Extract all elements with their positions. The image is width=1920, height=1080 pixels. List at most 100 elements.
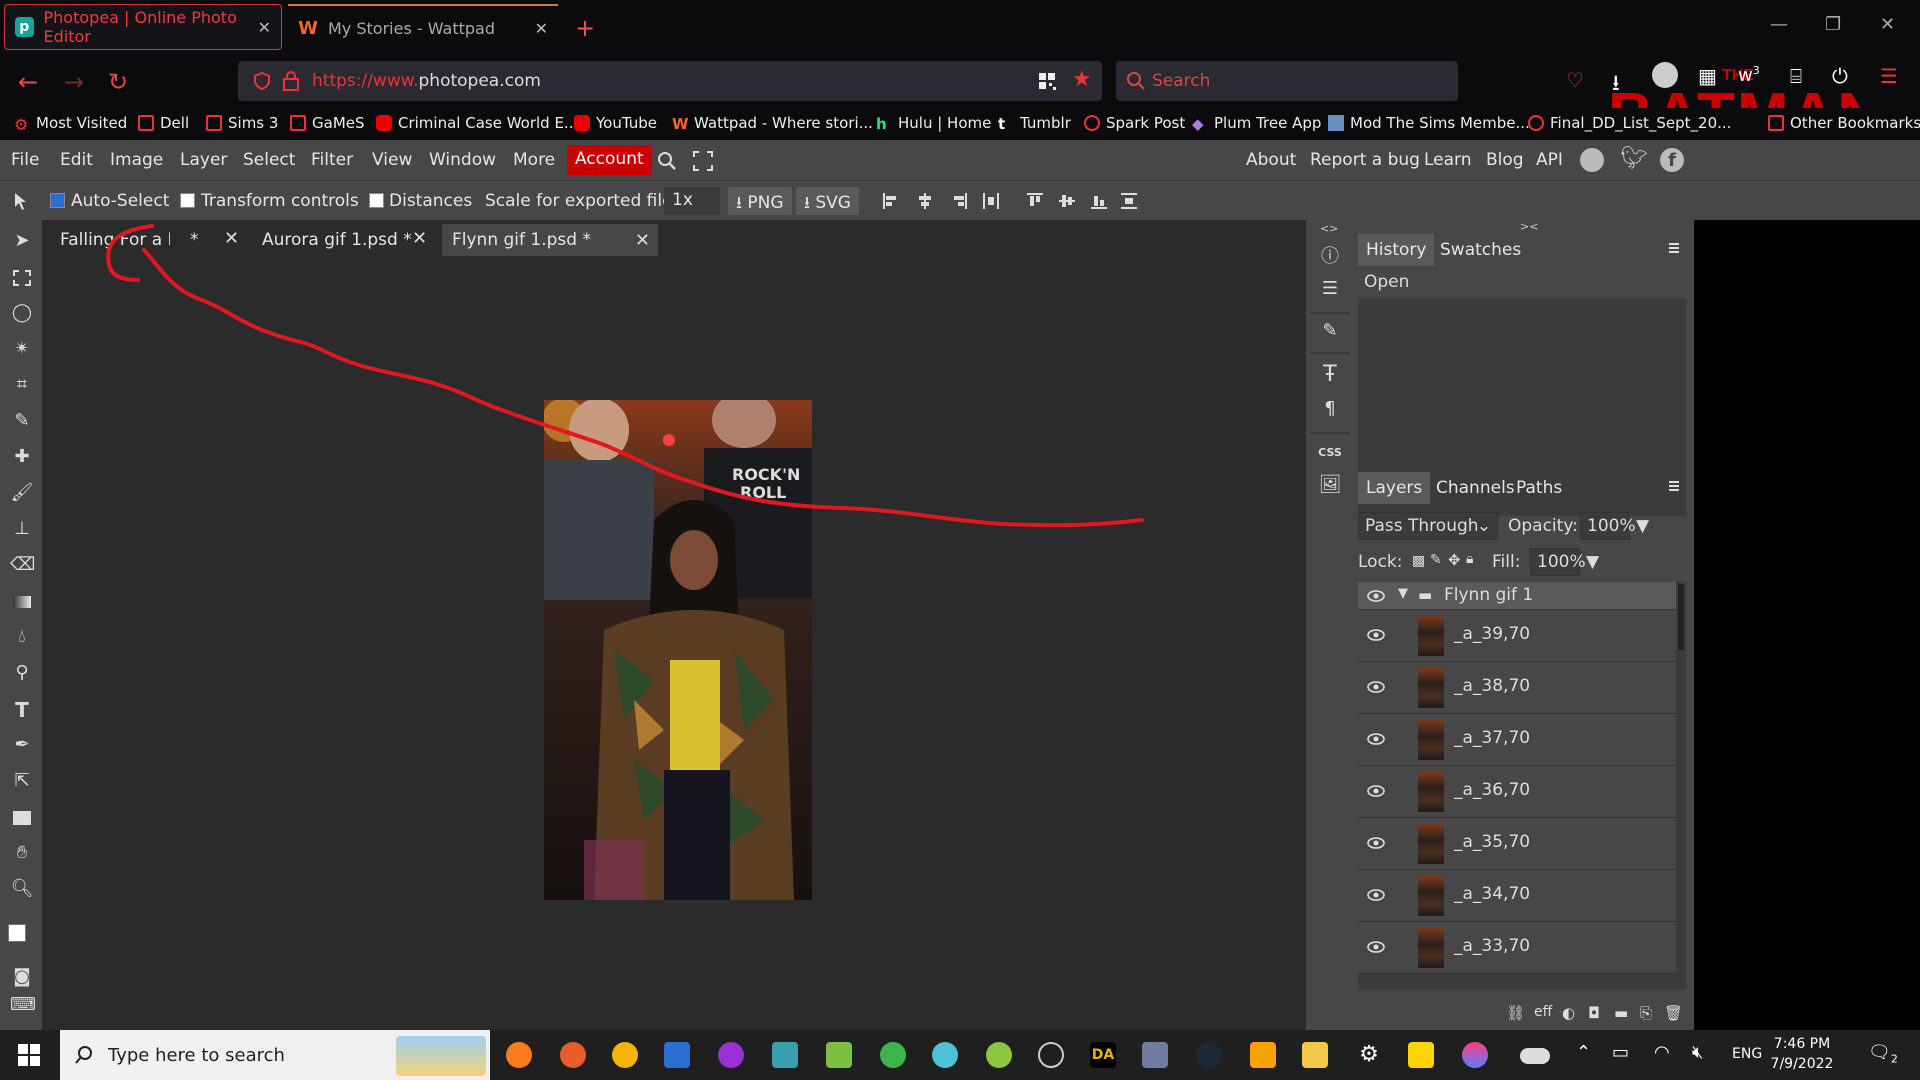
distances-checkbox[interactable] [369,193,384,208]
chevron-up-icon[interactable]: ⌃ [1576,1042,1591,1063]
align-top-icon[interactable] [1026,192,1044,210]
visibility-eye-icon[interactable] [1366,680,1386,694]
menu-blog[interactable]: Blog [1486,150,1524,170]
taskbar-clock[interactable]: 7:46 PM 7/9/2022 [1752,1034,1852,1074]
firefox-alt-taskbar-icon[interactable] [560,1042,586,1068]
rectangle-tool-icon[interactable] [10,806,34,830]
facebook-icon[interactable]: f [1660,148,1684,172]
menu-api[interactable]: API [1536,150,1563,170]
search-icon[interactable] [656,150,678,172]
align-bottom-icon[interactable] [1090,192,1108,210]
export-svg-button[interactable]: ⭳ SVG [796,187,859,215]
layers-scrollbar[interactable] [1678,584,1684,650]
file-explorer-taskbar-icon[interactable] [1302,1042,1328,1068]
character-icon[interactable]: Ŧ [1318,362,1342,387]
sims-taskbar-icon[interactable] [772,1042,798,1068]
layer-row[interactable]: _a_34,70 [1358,870,1676,922]
lasso-tool-icon[interactable]: ◯ [10,302,34,326]
twitter-icon[interactable]: 🐦︎ [1620,146,1648,171]
new-tab-button[interactable]: + [575,14,595,42]
menu-image[interactable]: Image [110,150,163,170]
notifications-icon[interactable]: 🗨︎2 [1868,1042,1898,1066]
account-button[interactable]: Account [567,145,652,175]
extensions-icon[interactable]: ▦ [1698,64,1717,88]
expand-arrows-icon[interactable]: >< [1520,220,1538,233]
sims-taskbar-icon[interactable] [986,1042,1012,1068]
volume-muted-icon[interactable]: 🔇︎ [1692,1042,1703,1063]
layer-group-row[interactable]: ▼ ▬ Flynn gif 1 [1358,582,1676,610]
tab-history[interactable]: History [1358,234,1435,266]
bookmark-other[interactable]: Other Bookmarks [1768,114,1920,132]
fill-input[interactable]: 100% [1530,548,1586,576]
forward-arrow-icon[interactable]: → [64,68,84,96]
battery-icon[interactable]: ▭ [1612,1042,1629,1063]
restore-icon[interactable]: ❐ [1825,14,1841,35]
menu-more[interactable]: More [513,150,555,170]
link-icon[interactable]: ⛓ [1506,1004,1525,1022]
clone-stamp-icon[interactable]: ⊥ [10,518,34,542]
layer-row[interactable]: _a_39,70 [1358,610,1676,662]
opacity-input[interactable]: 100% [1580,512,1636,540]
bookmark-most-visited[interactable]: ⚙ Most Visited [14,114,127,134]
menu-filter[interactable]: Filter [311,150,353,170]
magic-wand-icon[interactable]: ✴ [10,338,34,362]
minimize-icon[interactable]: — [1770,14,1788,35]
delete-layer-icon[interactable]: 🗑︎ [1664,1004,1683,1022]
sims-taskbar-icon[interactable] [826,1042,852,1068]
align-right-icon[interactable] [950,192,968,210]
bookmark-mod-the-sims[interactable]: Mod The Sims Membe... [1328,114,1530,132]
wifi-icon[interactable]: ◠ [1654,1042,1670,1063]
qr-code-icon[interactable] [1038,72,1056,90]
bookmark-star-icon[interactable]: ★ [1072,67,1092,92]
close-tab-icon[interactable]: ✕ [258,18,271,37]
css-icon[interactable]: CSS [1318,446,1342,470]
visibility-eye-icon[interactable] [1366,589,1386,603]
close-window-icon[interactable]: ✕ [1880,14,1895,35]
bookmark-dell[interactable]: Dell [138,114,189,132]
url-bar[interactable]: https://www.photopea.com ★ [238,61,1102,101]
mask-icon[interactable]: ◘ [1588,1004,1600,1022]
bookmark-wattpad[interactable]: W Wattpad - Where stori... [672,114,873,133]
crop-tool-icon[interactable]: ⌗ [10,374,34,398]
transform-controls-checkbox[interactable] [180,193,195,208]
visibility-eye-icon[interactable] [1366,888,1386,902]
app-taskbar-icon[interactable] [1142,1042,1168,1068]
foreground-color-swatch[interactable] [8,924,26,942]
align-center-h-icon[interactable] [916,192,934,210]
blend-mode-select[interactable]: Pass Through ⌄ [1358,512,1498,540]
tab-swatches[interactable]: Swatches [1432,234,1529,266]
sims-taskbar-icon[interactable] [932,1042,958,1068]
wattpad-extension-icon[interactable]: w3 [1738,64,1760,86]
menu-learn[interactable]: Learn [1424,150,1472,170]
firefox-taskbar-icon[interactable] [506,1042,532,1068]
move-tool-icon[interactable]: ➤ [10,230,34,254]
app-taskbar-icon[interactable] [1250,1042,1276,1068]
fullscreen-icon[interactable] [692,150,714,172]
path-select-icon[interactable]: ⇱ [10,770,34,794]
layer-row[interactable]: _a_35,70 [1358,818,1676,870]
panel-menu-icon[interactable] [1666,478,1682,494]
image-icon[interactable]: 🖼︎ [1318,474,1342,498]
distribute-v-icon[interactable] [1120,192,1138,210]
hamburger-menu-icon[interactable]: ☰ [1880,64,1898,88]
align-left-icon[interactable] [882,192,900,210]
bookmark-sims3[interactable]: Sims 3 [206,114,278,132]
bookmark-final-dd-list[interactable]: Final_DD_List_Sept_20... [1528,114,1731,132]
tab-paths[interactable]: Paths [1508,472,1570,504]
blur-tool-icon[interactable]: 💧︎ [10,626,34,650]
auto-select-checkbox[interactable] [50,193,65,208]
quick-mask-icon[interactable]: ◙ [10,966,34,990]
menu-select[interactable]: Select [243,150,295,170]
sims-taskbar-icon[interactable] [880,1042,906,1068]
steam-taskbar-icon[interactable] [1196,1042,1222,1068]
sticky-notes-taskbar-icon[interactable] [1408,1042,1434,1068]
browser-tab-wattpad[interactable]: W My Stories - Wattpad ✕ [288,4,558,50]
layer-row[interactable]: _a_36,70 [1358,766,1676,818]
dodge-tool-icon[interactable]: ⚲ [10,662,34,686]
photopea-taskbar-icon[interactable] [1462,1042,1488,1068]
tab-layers[interactable]: Layers [1358,472,1431,504]
layer-row[interactable]: _a_37,70 [1358,714,1676,766]
headphones-taskbar-icon[interactable] [718,1042,744,1068]
new-folder-icon[interactable]: ▬ [1614,1004,1628,1022]
zoom-tool-icon[interactable]: 🔍︎ [10,878,34,902]
